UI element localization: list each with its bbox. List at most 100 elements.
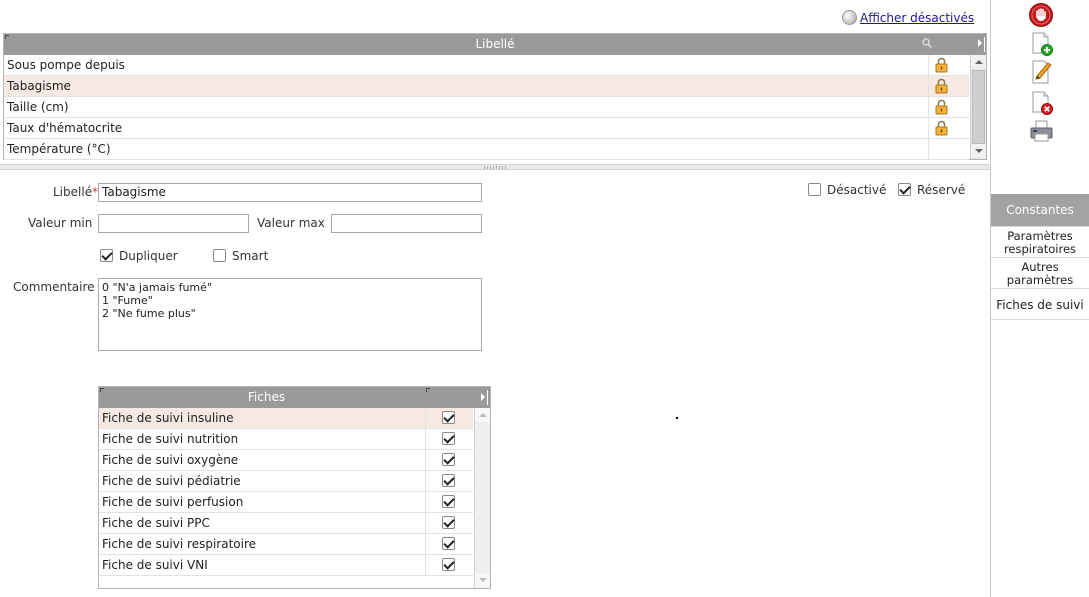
grid-row[interactable]: Taille (cm) <box>4 97 969 118</box>
fiche-row[interactable]: Fiche de suivi insuline <box>99 408 473 429</box>
fiche-checkbox[interactable] <box>442 411 455 424</box>
valeur-min-label: Valeur min <box>28 216 93 230</box>
commentaire-textarea[interactable]: 0 "N'a jamais fumé" 1 "Fume" 2 "Ne fume … <box>98 278 482 351</box>
fiche-check-cell <box>425 555 473 575</box>
fiche-check-cell <box>425 534 473 554</box>
tab-fiches-de-suivi[interactable]: Fiches de suivi <box>991 290 1089 320</box>
fiche-row[interactable]: Fiche de suivi perfusion <box>99 492 473 513</box>
grid-row-label: Taux d'hématocrite <box>7 121 123 135</box>
grid-row[interactable]: Taux d'hématocrite <box>4 118 969 139</box>
fiches-scrollbar[interactable] <box>474 408 490 588</box>
show-disabled-link[interactable]: Afficher désactivés <box>842 10 974 25</box>
fiche-row-label: Fiche de suivi respiratoire <box>102 537 256 551</box>
fiche-row-label: Fiche de suivi perfusion <box>102 495 244 509</box>
fiche-row-label: Fiche de suivi PPC <box>102 516 210 530</box>
fiche-checkbox[interactable] <box>442 537 455 550</box>
libelle-field[interactable]: Tabagisme <box>98 183 482 202</box>
fiche-checkbox[interactable] <box>442 558 455 571</box>
fiche-checkbox[interactable] <box>442 516 455 529</box>
libelle-label: Libellé* <box>53 185 99 199</box>
column-resize-icon[interactable] <box>5 35 9 39</box>
scroll-down-button[interactable] <box>971 144 986 158</box>
fiche-row-label: Fiche de suivi VNI <box>102 558 208 572</box>
delete-document-icon[interactable] <box>1028 90 1054 116</box>
smart-checkbox[interactable] <box>213 249 226 262</box>
column-resize-icon[interactable] <box>426 388 430 392</box>
grid-row-label: Tabagisme <box>7 79 71 93</box>
fiche-row[interactable]: Fiche de suivi nutrition <box>99 429 473 450</box>
scroll-thumb[interactable] <box>972 70 985 144</box>
desactive-checkbox[interactable] <box>808 183 821 196</box>
lock-cell <box>928 139 969 159</box>
fiche-check-cell <box>425 450 473 470</box>
edit-document-icon[interactable] <box>1028 59 1054 85</box>
right-toolbar: Constantes Paramètres respiratoires Autr… <box>990 0 1089 597</box>
fiche-row[interactable]: Fiche de suivi pédiatrie <box>99 471 473 492</box>
valeur-min-field[interactable] <box>98 214 249 233</box>
tab-constantes[interactable]: Constantes <box>991 194 1089 227</box>
panel-splitter[interactable] <box>0 164 990 170</box>
column-header-fiches[interactable]: Fiches <box>99 387 434 408</box>
fiche-row-label: Fiche de suivi pédiatrie <box>102 474 241 488</box>
disabled-toggle-icon <box>842 10 857 25</box>
lock-cell <box>928 55 969 75</box>
lock-cell <box>928 118 969 138</box>
tab-parametres-respiratoires[interactable]: Paramètres respiratoires <box>991 228 1089 258</box>
stray-dot <box>676 417 678 419</box>
fiche-check-cell <box>425 471 473 491</box>
grid-row-label: Température (°C) <box>7 142 111 156</box>
fiche-checkbox[interactable] <box>442 495 455 508</box>
fiche-row-label: Fiche de suivi nutrition <box>102 432 239 446</box>
stop-icon[interactable] <box>1028 2 1054 28</box>
fiche-checkbox[interactable] <box>442 432 455 445</box>
lock-cell <box>928 76 969 96</box>
reserve-checkbox[interactable] <box>898 183 911 196</box>
reserve-label: Réservé <box>917 183 966 197</box>
valeur-max-label: Valeur max <box>257 216 325 230</box>
grid-row[interactable]: Tabagisme <box>4 76 969 97</box>
search-icon[interactable] <box>922 38 932 48</box>
dupliquer-checkbox[interactable] <box>100 249 113 262</box>
grid-header: Libellé <box>4 34 986 55</box>
fiche-checkbox[interactable] <box>442 474 455 487</box>
grid-row-label: Sous pompe depuis <box>7 58 125 72</box>
header-separator <box>984 37 985 52</box>
print-icon[interactable] <box>1028 118 1054 144</box>
desactive-label: Désactivé <box>827 183 887 197</box>
smart-label: Smart <box>232 249 269 263</box>
fiches-grid-header: Fiches <box>99 387 490 408</box>
dupliquer-label: Dupliquer <box>119 249 178 263</box>
tab-autres-parametres[interactable]: Autres paramètres <box>991 259 1089 289</box>
fiche-row[interactable]: Fiche de suivi respiratoire <box>99 534 473 555</box>
fiche-row-label: Fiche de suivi insuline <box>102 411 234 425</box>
grid-row[interactable]: Température (°C) <box>4 139 969 160</box>
valeur-max-field[interactable] <box>331 214 482 233</box>
scroll-up-button[interactable] <box>971 55 986 69</box>
column-menu-arrow-icon[interactable] <box>978 39 982 47</box>
lock-icon <box>935 78 948 94</box>
add-document-icon[interactable] <box>1028 31 1054 57</box>
fiche-row[interactable]: Fiche de suivi oxygène <box>99 450 473 471</box>
fiche-check-cell <box>425 513 473 533</box>
column-header-libelle[interactable]: Libellé <box>475 37 514 51</box>
grid-scrollbar[interactable] <box>970 55 986 159</box>
fiche-check-cell <box>425 408 473 428</box>
scroll-down-button[interactable] <box>475 573 490 587</box>
commentaire-label: Commentaire <box>13 280 95 294</box>
fiche-row[interactable]: Fiche de suivi VNI <box>99 555 473 576</box>
fiche-row-label: Fiche de suivi oxygène <box>102 453 239 467</box>
constants-grid: Libellé Sous pompe depuis Tabagisme Taille… <box>3 33 987 160</box>
column-menu-arrow-icon[interactable] <box>481 393 485 401</box>
show-disabled-label[interactable]: Afficher désactivés <box>860 11 974 25</box>
grid-row[interactable]: Sous pompe depuis <box>4 55 969 76</box>
header-separator <box>487 390 488 405</box>
lock-cell <box>928 97 969 117</box>
fiche-checkbox[interactable] <box>442 453 455 466</box>
lock-icon <box>935 120 948 136</box>
fiche-check-cell <box>425 492 473 512</box>
fiche-check-cell <box>425 429 473 449</box>
scroll-up-button[interactable] <box>475 408 490 422</box>
grid-row-label: Taille (cm) <box>7 100 69 114</box>
splitter-grip-icon[interactable] <box>484 166 506 169</box>
fiche-row[interactable]: Fiche de suivi PPC <box>99 513 473 534</box>
